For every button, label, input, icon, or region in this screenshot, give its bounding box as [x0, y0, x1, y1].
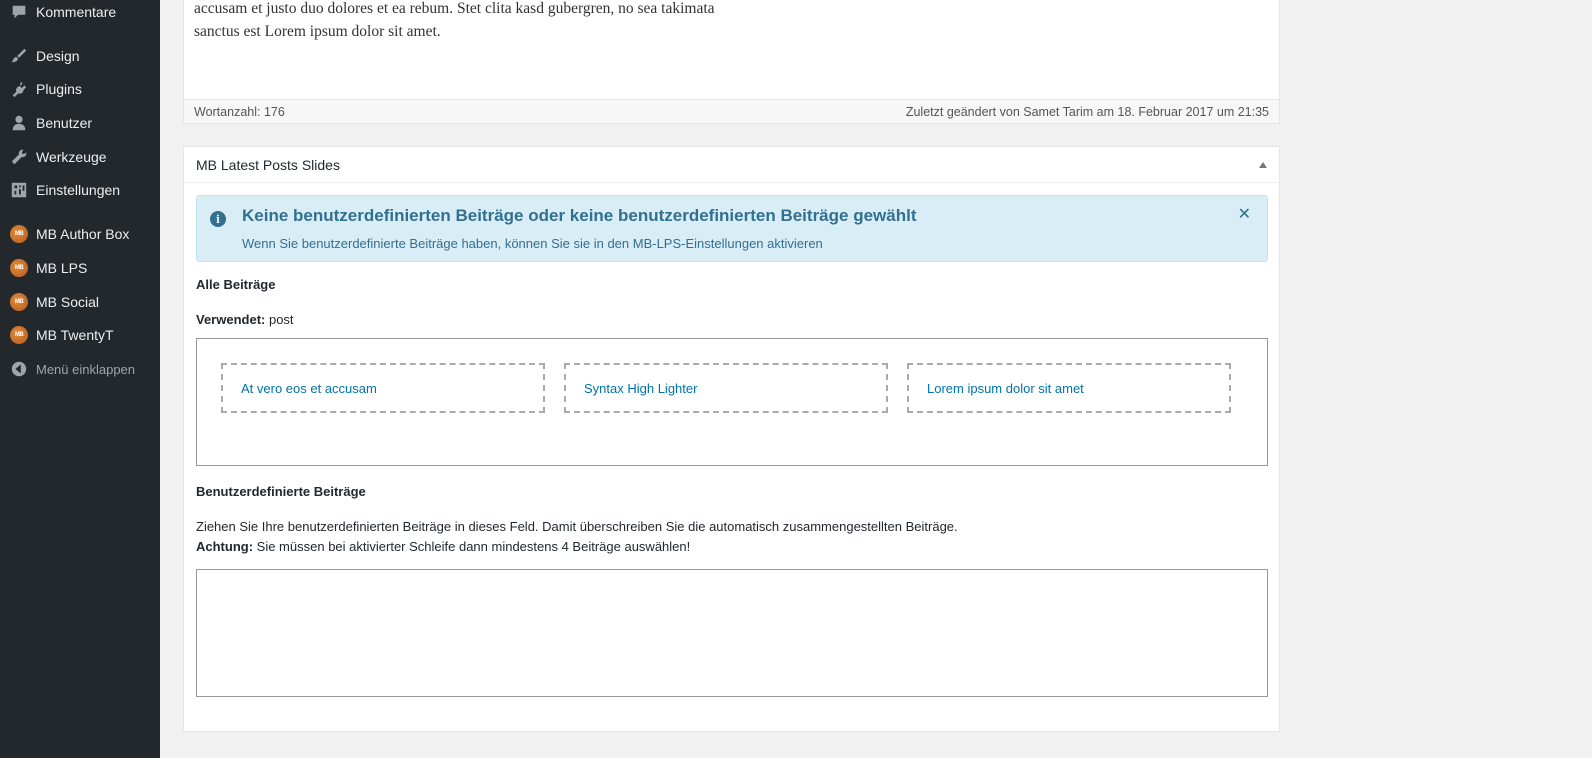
wrench-icon [0, 148, 36, 166]
word-count: Wortanzahl: 176 [194, 104, 285, 119]
sidebar-item-label: Plugins [36, 81, 82, 97]
notice-text: Wenn Sie benutzerdefinierte Beiträge hab… [242, 236, 823, 251]
mb-logo-icon: MB [0, 225, 36, 243]
collapse-menu-button[interactable]: Menü einklappen [0, 352, 160, 386]
sidebar-item-mb-lps[interactable]: MB MB LPS [0, 251, 160, 285]
post-card[interactable]: At vero eos et accusam [221, 363, 545, 413]
info-icon: i [210, 211, 226, 227]
settings-icon [0, 181, 36, 199]
sidebar-item-label: Einstellungen [36, 182, 121, 198]
warning-message: Sie müssen bei aktivierter Schleife dann… [253, 539, 691, 554]
admin-sidebar: Kommentare Design Plugins Benutzer Werkz… [0, 0, 160, 758]
sidebar-item-label: MB Author Box [36, 226, 130, 242]
sidebar-item-label: MB LPS [36, 260, 88, 276]
sidebar-item-kommentare[interactable]: Kommentare [0, 0, 160, 29]
sidebar-item-mb-twentyt[interactable]: MB MB TwentyT [0, 318, 160, 352]
custom-posts-instructions: Ziehen Sie Ihre benutzerdefinierten Beit… [196, 519, 958, 534]
all-posts-label: Alle Beiträge [196, 277, 276, 292]
sidebar-item-benutzer[interactable]: Benutzer [0, 106, 160, 140]
editor-text-line: sanctus est Lorem ipsum dolor sit amet. [194, 23, 441, 40]
sidebar-item-label: MB Social [36, 294, 100, 310]
sidebar-item-plugins[interactable]: Plugins [0, 72, 160, 106]
plugin-icon [0, 80, 36, 98]
last-modified: Zuletzt geändert von Samet Tarim am 18. … [905, 104, 1269, 119]
custom-posts-description: Ziehen Sie Ihre benutzerdefinierten Beit… [196, 517, 1266, 557]
warning-text: Achtung: Sie müssen bei aktivierter Schl… [196, 537, 1266, 557]
sidebar-item-label: Design [36, 48, 80, 64]
sidebar-item-label: MB TwentyT [36, 327, 114, 343]
sidebar-item-label: Kommentare [36, 4, 117, 20]
metabox-header[interactable]: MB Latest Posts Slides [184, 147, 1279, 183]
custom-posts-label: Benutzerdefinierte Beiträge [196, 484, 366, 499]
metabox-title: MB Latest Posts Slides [196, 156, 340, 173]
used-label: Verwendet: [196, 312, 266, 327]
all-posts-dropzone[interactable]: At vero eos et accusam Syntax High Light… [196, 338, 1268, 466]
mb-logo-icon: MB [0, 259, 36, 277]
sidebar-item-label: Benutzer [36, 115, 93, 131]
toggle-panel-icon[interactable] [1259, 161, 1267, 168]
post-card[interactable]: Syntax High Lighter [564, 363, 888, 413]
editor-text-line: accusam et justo duo dolores et ea rebum… [194, 0, 715, 17]
sidebar-item-design[interactable]: Design [0, 39, 160, 73]
used-value: post [265, 312, 294, 327]
user-icon [0, 114, 36, 132]
sidebar-item-mb-social[interactable]: MB MB Social [0, 285, 160, 319]
sidebar-item-label: Werkzeuge [36, 149, 107, 165]
sidebar-item-einstellungen[interactable]: Einstellungen [0, 173, 160, 207]
close-icon[interactable]: ✕ [1238, 204, 1251, 224]
collapse-menu-label: Menü einklappen [36, 361, 136, 377]
notice-title: Keine benutzerdefinierten Beiträge oder … [242, 206, 917, 225]
sidebar-item-werkzeuge[interactable]: Werkzeuge [0, 140, 160, 174]
comment-icon [0, 3, 36, 21]
sidebar-item-mb-author-box[interactable]: MB MB Author Box [0, 217, 160, 251]
editor-content[interactable]: accusam et justo duo dolores et ea rebum… [194, 0, 814, 43]
warning-label: Achtung: [196, 539, 254, 554]
used-post-type: Verwendet: post [196, 312, 294, 327]
editor-panel: accusam et justo duo dolores et ea rebum… [183, 0, 1280, 124]
editor-status-bar: Wortanzahl: 176 Zuletzt geändert von Sam… [184, 99, 1279, 123]
mb-logo-icon: MB [0, 293, 36, 311]
info-notice: i Keine benutzerdefinierten Beiträge ode… [196, 195, 1268, 262]
post-card[interactable]: Lorem ipsum dolor sit amet [907, 363, 1231, 413]
mb-latest-posts-slides-metabox: MB Latest Posts Slides i Keine benutzerd… [183, 146, 1280, 732]
custom-posts-dropzone[interactable] [196, 569, 1268, 697]
collapse-arrow-icon [0, 360, 36, 378]
brush-icon [0, 47, 36, 65]
mb-logo-icon: MB [0, 326, 36, 344]
